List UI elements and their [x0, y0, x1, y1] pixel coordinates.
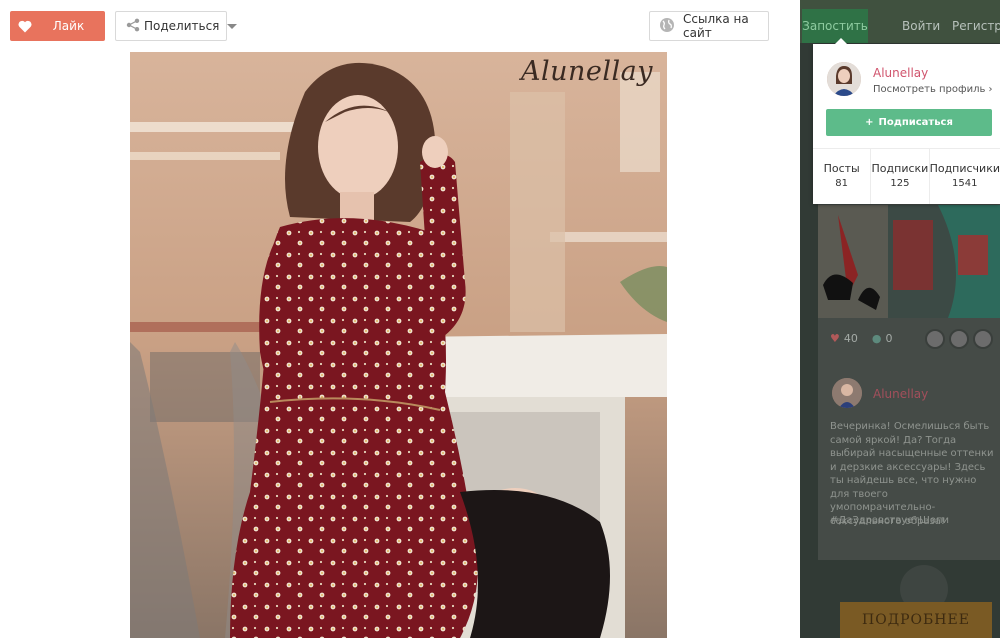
share-button[interactable]: Поделиться: [115, 11, 238, 41]
stat-posts[interactable]: Посты 81: [813, 149, 872, 204]
feed-card-author[interactable]: Alunellay: [873, 387, 928, 401]
view-profile-link[interactable]: Посмотреть профиль ›: [873, 84, 993, 95]
register-link[interactable]: Регистрация: [952, 19, 1000, 33]
post-photo-image: [130, 52, 667, 638]
plus-icon: +: [865, 117, 874, 128]
more-details-button[interactable]: ПОДРОБНЕЕ: [840, 602, 992, 638]
post-viewer-panel: Лайк Поделиться Ссылка на сайт Alunellay: [0, 0, 800, 638]
watermark-logo: Alunellay: [520, 56, 653, 87]
chevron-down-icon: [227, 23, 238, 29]
avatar[interactable]: [827, 62, 861, 96]
feed-card-image[interactable]: [818, 205, 1000, 318]
like-label: Лайк: [52, 19, 85, 33]
globe-icon: [659, 17, 675, 36]
avatar[interactable]: [925, 329, 945, 349]
share-label: Поделиться: [144, 19, 220, 33]
login-link[interactable]: Войти: [902, 19, 940, 33]
heart-icon: [10, 11, 40, 41]
feed-card-stats: ♥ 40 ● 0: [830, 332, 892, 345]
subscribe-button[interactable]: + Подписаться: [826, 109, 992, 136]
stat-followers[interactable]: Подписчики 1541: [930, 149, 1000, 204]
comments-count[interactable]: ● 0: [872, 332, 893, 345]
top-navigation: Запостить Войти Регистрация: [800, 0, 1000, 43]
share-icon: [126, 18, 140, 35]
avatar[interactable]: [832, 378, 862, 408]
avatar[interactable]: [949, 329, 969, 349]
subscribe-label: Подписаться: [878, 117, 953, 128]
stat-following[interactable]: Подписки 125: [871, 149, 930, 204]
site-link-button[interactable]: Ссылка на сайт: [649, 11, 769, 41]
profile-stats: Посты 81 Подписки 125 Подписчики 1541: [813, 149, 1000, 204]
profile-name[interactable]: Alunellay: [873, 66, 928, 80]
comment-icon: ●: [871, 332, 882, 345]
heart-icon: ♥: [830, 332, 840, 345]
site-link-label: Ссылка на сайт: [683, 12, 749, 40]
like-button[interactable]: Лайк: [10, 11, 105, 41]
post-photo: Alunellay: [130, 52, 667, 638]
profile-popup: Alunellay Посмотреть профиль › + Подписа…: [813, 38, 1000, 204]
feed-card-hashtag[interactable]: #ДаЗдравствуетШопи: [830, 515, 949, 526]
avatar[interactable]: [973, 329, 993, 349]
liker-avatars: [925, 329, 993, 349]
feed-card-text: Вечеринка! Осмелишься быть самой яркой! …: [830, 421, 994, 527]
likes-count[interactable]: ♥ 40: [830, 332, 858, 345]
